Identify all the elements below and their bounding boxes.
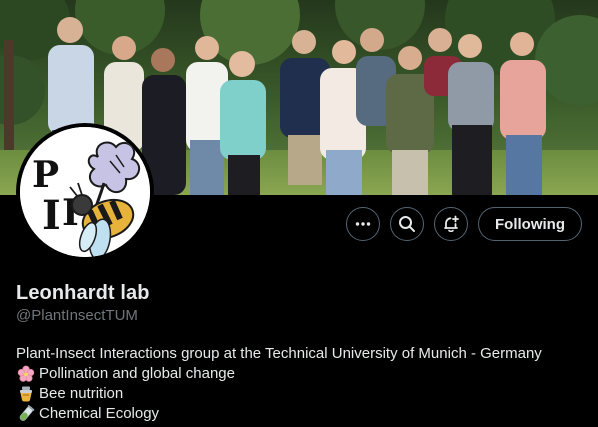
profile-actions: Following [346, 207, 582, 241]
bio-line: Pollination and global change [16, 364, 542, 384]
profile-page: P I I Following Leonhardt lab @PlantInse… [0, 0, 598, 427]
avatar-logo: P I I [20, 127, 150, 257]
user-handle: @PlantInsectTUM [16, 307, 138, 324]
bio-text: Pollination and global change [39, 365, 235, 382]
bio-text: Chemical Ecology [39, 405, 160, 422]
display-name: Leonhardt lab [16, 282, 150, 304]
profile-avatar[interactable]: P I I [16, 123, 154, 261]
honey-pot-icon [16, 384, 36, 404]
test-tube-icon [16, 404, 36, 424]
bio-line: Plant-Insect Interactions group at the T… [16, 344, 542, 364]
cherry-blossom-icon [16, 364, 36, 384]
svg-text:I: I [42, 192, 61, 239]
bio-text: Bee nutrition [39, 385, 124, 402]
following-button[interactable]: Following [478, 207, 582, 241]
bio-text: Plant-Insect Interactions group at the T… [16, 345, 542, 362]
bio-line: Chemical Ecology [16, 404, 542, 424]
search-icon [399, 216, 416, 232]
profile-bio: Plant-Insect Interactions group at the T… [16, 344, 542, 424]
bio-line: Bee nutrition [16, 384, 542, 404]
bell-plus-icon [444, 215, 459, 233]
more-button[interactable] [346, 207, 381, 241]
more-icon [355, 222, 371, 226]
search-button[interactable] [390, 207, 425, 241]
svg-text:P: P [32, 154, 59, 196]
notifications-button[interactable] [434, 207, 469, 241]
